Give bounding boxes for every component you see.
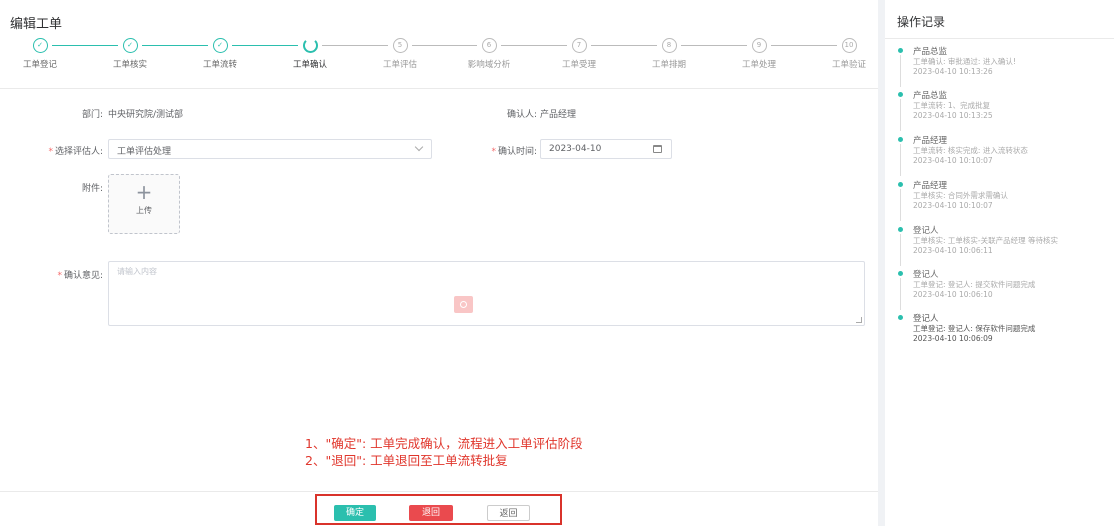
check-icon: ✓: [32, 38, 48, 53]
annotation-note: 1、"确定": 工单完成确认，流程进入工单评估阶段 2、"退回": 工单退回至工…: [305, 435, 583, 469]
confirm-time-label: * 确认时间:: [460, 144, 537, 157]
confirmer-label: 确认人:: [506, 110, 537, 120]
confirm-button[interactable]: 确定: [334, 505, 376, 521]
page-title: 编辑工单: [10, 17, 63, 32]
log-entry-time: 2023-04-10 10:06:10: [913, 290, 993, 299]
annotation-line-2: 2、"退回": 工单退回至工单流转批复: [305, 453, 508, 468]
operation-log-panel: 操作记录 产品总监 工单确认: 审批通过: 进入确认! 2023-04-10 10:…: [885, 0, 1114, 526]
log-entry-action: 工单流转: 核实完成: 进入流转状态: [913, 146, 1028, 155]
log-entry-time: 2023-04-10 10:10:07: [913, 156, 993, 165]
log-entry-action: 工单流转: 1、完成批复: [913, 101, 991, 110]
timeline-line: [900, 234, 901, 266]
step-5: 5 工单评估: [370, 38, 430, 70]
required-mark: *: [48, 147, 53, 157]
step-4: 工单确认: [280, 38, 340, 70]
step-label: 工单评估: [382, 60, 417, 70]
loading-icon: [302, 38, 318, 53]
step-1: ✓ 工单登记: [10, 38, 70, 70]
divider: [0, 491, 878, 492]
step-number: 7: [571, 38, 587, 53]
plus-icon: +: [135, 180, 153, 204]
step-8: 8 工单排期: [639, 38, 699, 70]
divider: [0, 88, 878, 89]
step-number: 6: [481, 38, 497, 53]
timeline-dot-icon: [898, 92, 903, 97]
timeline-line: [900, 189, 901, 221]
step-label: 工单核实: [112, 60, 147, 70]
back-button[interactable]: 返回: [487, 505, 530, 521]
step-number: 5: [392, 38, 408, 53]
log-title: 操作记录: [897, 15, 946, 29]
timeline-dot-icon: [898, 315, 903, 320]
step-number: 8: [661, 38, 677, 53]
confirm-time-input[interactable]: 2023-04-10: [540, 139, 672, 159]
step-label: 工单登记: [22, 60, 57, 70]
voice-input-icon[interactable]: [454, 296, 473, 313]
opinion-label-text: 确认意见:: [63, 271, 103, 281]
assessor-label: * 选择评估人:: [30, 144, 103, 157]
upload-label: 上传: [136, 206, 152, 215]
confirm-time-label-text: 确认时间:: [497, 147, 537, 157]
timeline-line: [900, 99, 901, 131]
assessor-label-text: 选择评估人:: [54, 147, 103, 157]
step-label: 工单受理: [561, 60, 596, 70]
timeline-line: [900, 278, 901, 310]
opinion-textarea[interactable]: 请输入内容: [108, 261, 865, 326]
confirm-time-value: 2023-04-10: [549, 144, 602, 154]
divider: [885, 38, 1114, 39]
attachment-label: 附件:: [81, 184, 103, 194]
timeline-dot-icon: [898, 48, 903, 53]
step-number: 10: [841, 38, 857, 53]
log-entry-action: 工单登记: 登记人: 保存软件问题完成: [913, 324, 1036, 333]
chevron-down-icon: [414, 142, 424, 152]
step-label: 工单排期: [651, 60, 686, 70]
log-entry-time: 2023-04-10 10:13:26: [913, 67, 993, 76]
timeline-dot-icon: [898, 227, 903, 232]
step-number: 9: [751, 38, 767, 53]
timeline-dot-icon: [898, 182, 903, 187]
timeline-dot-icon: [898, 271, 903, 276]
log-entry-action: 工单确认: 审批通过: 进入确认!: [913, 57, 1016, 66]
opinion-placeholder: 请输入内容: [117, 267, 157, 276]
confirmer-value: 产品经理: [540, 110, 577, 120]
step-progress: ✓ 工单登记 ✓ 工单核实 ✓ 工单流转 工单确认 5 工单评估 6 影响域分析 7 工单受理 8 工单排期…: [22, 38, 867, 78]
log-entry-action: 工单登记: 登记人: 提交软件问题完成: [913, 280, 1036, 289]
log-entry-time: 2023-04-10 10:06:11: [913, 246, 993, 255]
log-entry-time: 2023-04-10 10:10:07: [913, 201, 993, 210]
timeline-line: [900, 144, 901, 176]
step-3: ✓ 工单流转: [190, 38, 250, 70]
step-2: ✓ 工单核实: [100, 38, 160, 70]
log-entry-time: 2023-04-10 10:06:09: [913, 334, 993, 343]
step-10: 10 工单验证: [819, 38, 879, 70]
annotation-line-1: 1、"确定": 工单完成确认，流程进入工单评估阶段: [305, 436, 583, 451]
required-mark: *: [491, 147, 496, 157]
dept-value: 中央研究院/测试部: [108, 110, 184, 120]
step-label: 工单流转: [202, 60, 237, 70]
assessor-select-value: 工单评估处理: [117, 147, 172, 157]
upload-box[interactable]: + 上传: [108, 174, 180, 234]
opinion-label: * 确认意见:: [40, 268, 103, 281]
step-label: 影响域分析: [467, 60, 511, 70]
log-entry-action: 工单核实: 工单核实-关联产品经理 等待核实: [913, 236, 1059, 245]
step-label: 工单确认: [292, 60, 327, 70]
step-6: 6 影响域分析: [459, 38, 519, 70]
step-9: 9 工单处理: [729, 38, 789, 70]
step-7: 7 工单受理: [549, 38, 609, 70]
resize-grip-icon[interactable]: [856, 317, 862, 323]
dept-label: 部门:: [81, 110, 103, 120]
assessor-select[interactable]: 工单评估处理: [108, 139, 432, 159]
required-mark: *: [57, 271, 62, 281]
timeline-dot-icon: [898, 137, 903, 142]
step-label: 工单验证: [831, 60, 866, 70]
check-icon: ✓: [122, 38, 138, 53]
timeline-line: [900, 55, 901, 87]
reject-button[interactable]: 退回: [409, 505, 453, 521]
log-entry-action: 工单核实: 合同外需求需确认: [913, 191, 1008, 200]
check-icon: ✓: [212, 38, 228, 53]
edit-ticket-panel: 编辑工单 ✓ 工单登记 ✓ 工单核实 ✓ 工单流转 工单确认 5 工单评估 6 影响域分析 7 工单受理…: [0, 0, 878, 526]
log-entry-time: 2023-04-10 10:13:25: [913, 111, 993, 120]
step-label: 工单处理: [741, 60, 776, 70]
calendar-icon: [653, 145, 662, 153]
